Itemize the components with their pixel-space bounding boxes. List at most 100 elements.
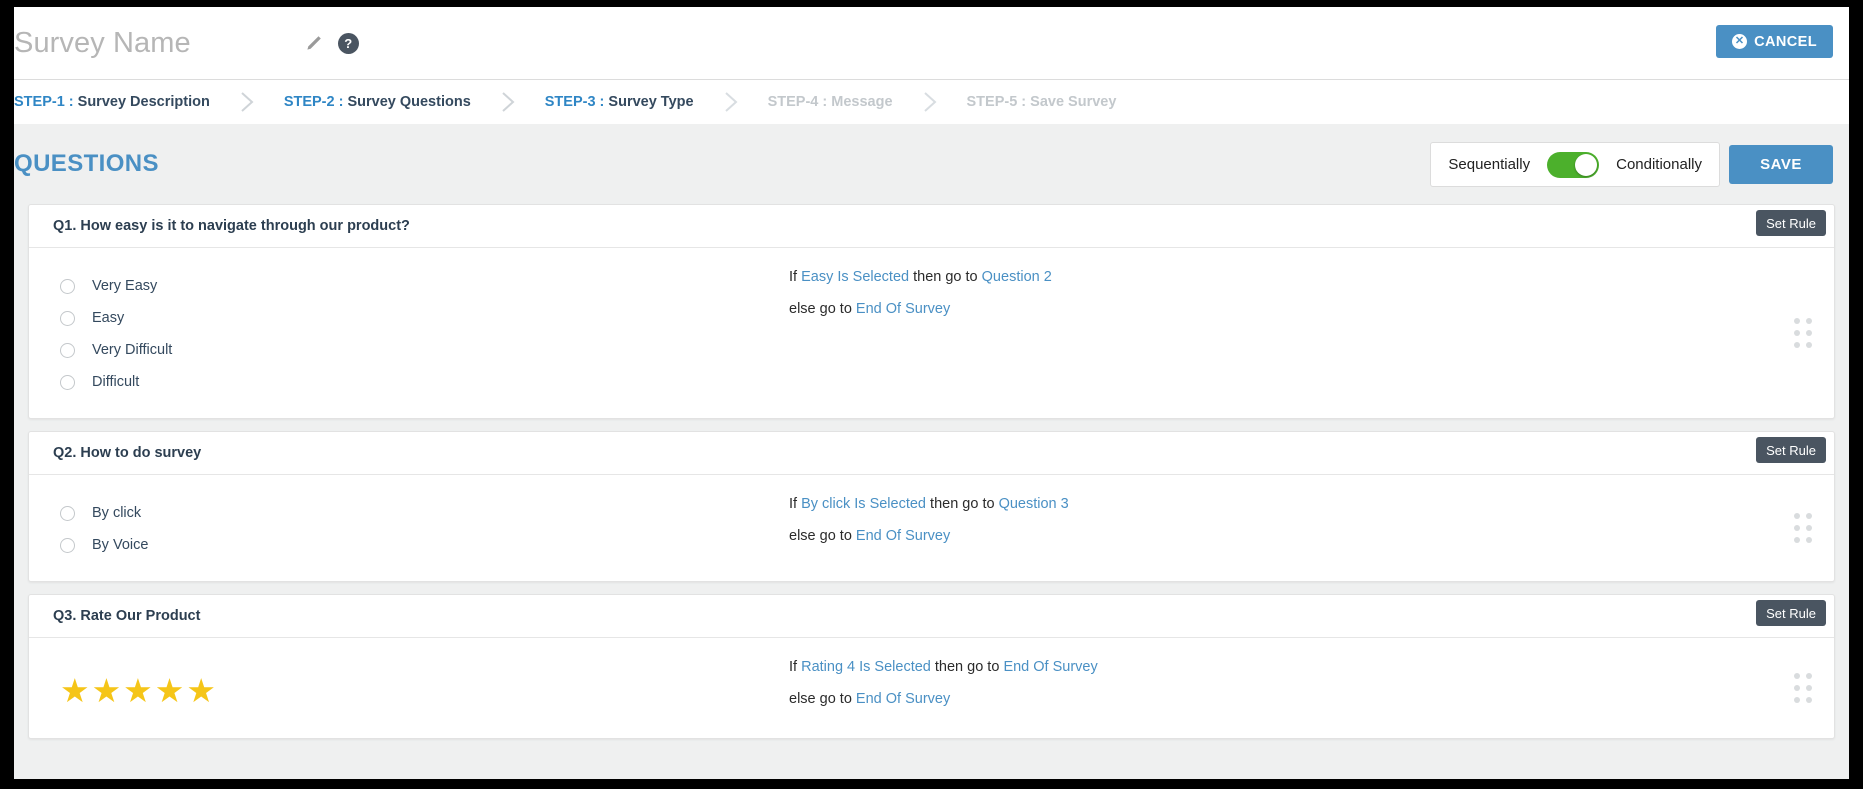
cancel-button-label: CANCEL bbox=[1754, 33, 1817, 50]
radio-icon[interactable] bbox=[60, 342, 75, 358]
rule-else-word: else go to bbox=[789, 527, 856, 544]
question-options: Very Easy Easy Very Difficult Difficult bbox=[29, 264, 789, 398]
question-flow-toggle[interactable] bbox=[1547, 151, 1600, 178]
breadcrumb-step-1-label: Survey Description bbox=[73, 94, 210, 110]
rule-then-target-link[interactable]: End Of Survey bbox=[1003, 659, 1097, 675]
question-card-header: Q3. Rate Our Product Set Rule bbox=[29, 595, 1834, 638]
option-label: By Voice bbox=[92, 537, 149, 553]
rule-then-target-link[interactable]: Question 3 bbox=[999, 496, 1069, 512]
rule-then-word: then go to bbox=[930, 659, 1004, 675]
radio-icon[interactable] bbox=[60, 310, 75, 326]
breadcrumb-step-3[interactable]: STEP-3 : Survey Type bbox=[545, 94, 694, 110]
breadcrumb: STEP-1 : Survey Description STEP-2 : Sur… bbox=[14, 79, 1849, 124]
question-card-body: Very Easy Easy Very Difficult Difficult bbox=[29, 248, 1834, 418]
rule-if-word: If bbox=[789, 496, 798, 512]
chevron-right-icon bbox=[719, 90, 743, 114]
rule-then-target-link[interactable]: Question 2 bbox=[982, 269, 1052, 285]
rule-if-word: If bbox=[789, 269, 798, 285]
set-rule-button[interactable]: Set Rule bbox=[1756, 210, 1826, 236]
breadcrumb-step-5[interactable]: STEP-5 : Save Survey bbox=[967, 94, 1117, 110]
chevron-right-icon bbox=[918, 90, 942, 114]
option-row[interactable]: Difficult bbox=[60, 366, 789, 398]
breadcrumb-step-2[interactable]: STEP-2 : Survey Questions bbox=[284, 94, 471, 110]
question-rule: If By click Is Selected then go to Quest… bbox=[789, 491, 1834, 561]
question-card: Q3. Rate Our Product Set Rule ★★★★★ If R… bbox=[28, 594, 1835, 739]
question-rule: If Rating 4 Is Selected then go to End O… bbox=[789, 654, 1834, 718]
question-card-body: By click By Voice If By click Is Selecte… bbox=[29, 475, 1834, 581]
drag-handle-icon[interactable] bbox=[1794, 318, 1812, 348]
option-row[interactable]: By Voice bbox=[60, 529, 789, 561]
drag-handle-icon[interactable] bbox=[1794, 673, 1812, 703]
option-label: Difficult bbox=[92, 374, 140, 390]
breadcrumb-step-4-number: STEP-4 : bbox=[767, 94, 828, 110]
option-row[interactable]: Easy bbox=[60, 302, 789, 334]
rule-then-line: If By click Is Selected then go to Quest… bbox=[789, 497, 1834, 512]
page-title: Survey Name bbox=[14, 26, 191, 59]
chevron-right-icon bbox=[496, 90, 520, 114]
rule-condition-link[interactable]: Easy Is Selected bbox=[801, 269, 909, 285]
option-label: By click bbox=[92, 505, 142, 521]
rule-then-word: then go to bbox=[909, 269, 982, 285]
set-rule-button[interactable]: Set Rule bbox=[1756, 437, 1826, 463]
help-icon[interactable]: ? bbox=[337, 32, 359, 54]
question-rule: If Easy Is Selected then go to Question … bbox=[789, 264, 1834, 398]
question-card: Q1. How easy is it to navigate through o… bbox=[28, 204, 1835, 419]
option-label: Very Easy bbox=[92, 278, 158, 294]
breadcrumb-step-3-label: Survey Type bbox=[604, 94, 694, 110]
breadcrumb-step-3-number: STEP-3 : bbox=[544, 94, 605, 110]
rule-else-target-link[interactable]: End Of Survey bbox=[856, 301, 950, 317]
breadcrumb-step-1-number: STEP-1 : bbox=[14, 94, 74, 110]
app-header: Survey Name ? ✕ CANCEL bbox=[14, 7, 1849, 79]
rule-then-line: If Rating 4 Is Selected then go to End O… bbox=[789, 660, 1834, 675]
question-card: Q2. How to do survey Set Rule By click B… bbox=[28, 431, 1835, 582]
breadcrumb-step-4[interactable]: STEP-4 : Message bbox=[768, 94, 893, 110]
radio-icon[interactable] bbox=[60, 505, 75, 521]
header-icon-group: ? bbox=[304, 32, 359, 54]
radio-icon[interactable] bbox=[60, 374, 75, 390]
option-row[interactable]: By click bbox=[60, 497, 789, 529]
chevron-right-icon bbox=[235, 90, 259, 114]
breadcrumb-step-2-label: Survey Questions bbox=[343, 94, 471, 110]
app-window: Survey Name ? ✕ CANCEL STEP-1 : Survey D… bbox=[14, 7, 1849, 779]
option-label: Easy bbox=[92, 310, 125, 326]
rule-else-line: else go to End Of Survey bbox=[789, 300, 1834, 317]
option-row[interactable]: Very Difficult bbox=[60, 334, 789, 366]
question-options: By click By Voice bbox=[29, 491, 789, 561]
toggle-label-conditionally: Conditionally bbox=[1616, 156, 1702, 173]
rule-condition-link[interactable]: Rating 4 Is Selected bbox=[801, 659, 931, 675]
set-rule-button[interactable]: Set Rule bbox=[1756, 600, 1826, 626]
cancel-button[interactable]: ✕ CANCEL bbox=[1716, 25, 1833, 58]
radio-icon[interactable] bbox=[60, 278, 75, 294]
rule-if-word: If bbox=[789, 659, 798, 675]
section-title: QUESTIONS bbox=[14, 150, 159, 177]
star-rating-icon[interactable]: ★★★★★ bbox=[60, 660, 789, 707]
radio-icon[interactable] bbox=[60, 537, 75, 553]
pencil-icon[interactable] bbox=[304, 33, 324, 53]
rule-then-line: If Easy Is Selected then go to Question … bbox=[789, 270, 1834, 285]
close-icon: ✕ bbox=[1732, 34, 1748, 49]
question-card-header: Q2. How to do survey Set Rule bbox=[29, 432, 1834, 475]
questions-list: Q1. How easy is it to navigate through o… bbox=[14, 204, 1849, 739]
questions-section-header: QUESTIONS Sequentially Conditionally SAV… bbox=[14, 124, 1849, 204]
question-title: Q2. How to do survey bbox=[53, 445, 202, 461]
option-label: Very Difficult bbox=[92, 342, 173, 358]
option-row[interactable]: Very Easy bbox=[60, 270, 789, 302]
question-title: Q3. Rate Our Product bbox=[53, 608, 201, 624]
breadcrumb-step-5-number: STEP-5 : bbox=[966, 94, 1027, 110]
rule-else-line: else go to End Of Survey bbox=[789, 527, 1834, 544]
rule-else-target-link[interactable]: End Of Survey bbox=[856, 528, 950, 544]
rule-else-word: else go to bbox=[789, 300, 856, 317]
save-button[interactable]: SAVE bbox=[1729, 145, 1833, 184]
rule-condition-link[interactable]: By click Is Selected bbox=[801, 496, 926, 512]
question-card-body: ★★★★★ If Rating 4 Is Selected then go to… bbox=[29, 638, 1834, 738]
breadcrumb-step-2-number: STEP-2 : bbox=[283, 94, 344, 110]
drag-handle-icon[interactable] bbox=[1794, 513, 1812, 543]
toggle-label-sequentially: Sequentially bbox=[1448, 156, 1531, 173]
rule-else-line: else go to End Of Survey bbox=[789, 690, 1834, 707]
question-card-header: Q1. How easy is it to navigate through o… bbox=[29, 205, 1834, 248]
rule-else-word: else go to bbox=[789, 690, 856, 707]
rule-then-word: then go to bbox=[926, 496, 999, 512]
rule-else-target-link[interactable]: End Of Survey bbox=[856, 691, 950, 707]
question-options: ★★★★★ bbox=[29, 654, 789, 718]
breadcrumb-step-1[interactable]: STEP-1 : Survey Description bbox=[14, 94, 210, 110]
